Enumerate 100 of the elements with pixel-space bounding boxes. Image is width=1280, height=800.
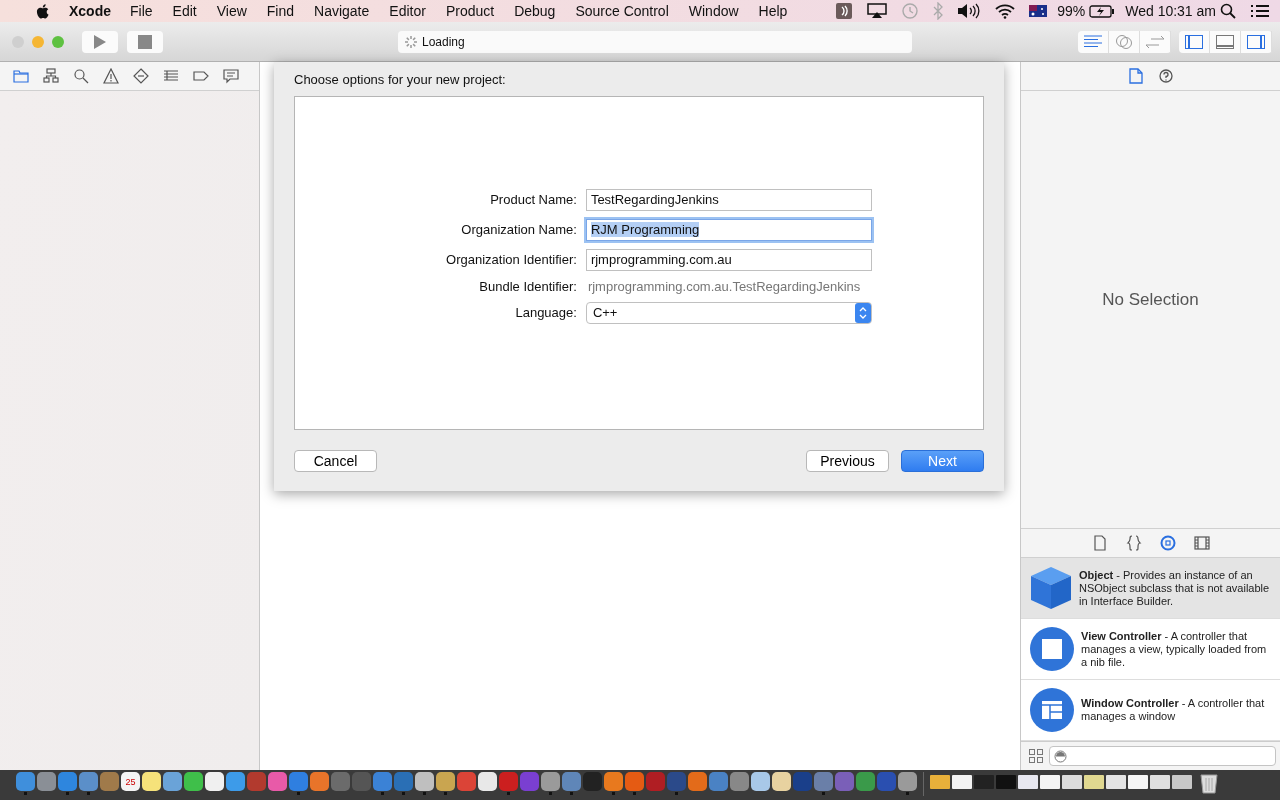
flag-icon[interactable] <box>1029 5 1048 17</box>
field-label: Product Name: <box>489 192 577 207</box>
dialog-button[interactable]: Previous <box>806 450 889 472</box>
object-icon <box>1159 535 1176 551</box>
trash-icon[interactable] <box>1200 772 1218 794</box>
language-popup[interactable]: C++ <box>585 301 872 324</box>
stop-icon <box>138 34 152 49</box>
apple-icon[interactable] <box>36 3 49 19</box>
no-selection-text: No Selection <box>1102 289 1199 310</box>
folder-icon <box>13 68 29 84</box>
spinner-icon <box>404 34 418 49</box>
run-button[interactable] <box>82 30 118 53</box>
app-menu[interactable]: Xcode <box>69 3 111 19</box>
right-panel-icon <box>1247 34 1265 49</box>
text-field[interactable]: TestRegardingJenkins <box>585 188 872 211</box>
text-field[interactable]: rjmprogramming.com.au <box>585 248 872 271</box>
menu-item[interactable]: Product <box>445 3 495 19</box>
menu-item[interactable]: View <box>216 3 247 19</box>
window-thumbnail[interactable] <box>974 775 994 789</box>
search-icon <box>73 68 89 84</box>
circles-icon <box>1114 33 1134 50</box>
battery-icon[interactable] <box>1089 4 1116 18</box>
field-label: Bundle Identifier: <box>478 278 577 294</box>
app-icon[interactable] <box>478 772 497 791</box>
window-thumbnail[interactable] <box>1040 775 1060 789</box>
window-thumbnail[interactable] <box>1084 775 1104 789</box>
file-icon <box>1128 68 1143 84</box>
library-item-description: View Controller - A controller that manages a view, typically loaded from a nib file. <box>1081 629 1268 669</box>
app-icon[interactable] <box>184 772 203 791</box>
app-icon[interactable] <box>163 772 182 791</box>
app-icon[interactable]: 25 <box>121 772 140 791</box>
menu-item[interactable]: Editor <box>389 3 426 19</box>
comment-icon <box>223 68 239 84</box>
bundle-identifier: rjmprogramming.com.au.TestRegardingJenkins <box>586 278 862 294</box>
app-icon[interactable] <box>142 772 161 791</box>
library-item[interactable]: Object - Provides an instance of an NSObject subclass that is not available in Interface Builder. <box>1021 558 1280 619</box>
app-icon[interactable] <box>772 772 791 791</box>
airplay-icon[interactable] <box>867 3 888 19</box>
menu-item[interactable]: Navigate <box>314 3 370 19</box>
lines-icon <box>1083 34 1103 49</box>
dialog-button[interactable]: Cancel <box>294 450 377 472</box>
menu-item[interactable]: Edit <box>172 3 197 19</box>
filter-icon <box>1054 749 1067 763</box>
field-label: Organization Identifier: <box>446 252 577 267</box>
time-machine-icon[interactable] <box>901 2 920 20</box>
warning-icon <box>103 68 119 84</box>
window-icon <box>1030 688 1074 732</box>
sound-app-icon[interactable] <box>835 2 854 20</box>
braces-icon <box>1125 535 1142 551</box>
window-thumbnail[interactable] <box>1128 775 1148 789</box>
zoom-button[interactable] <box>52 35 64 48</box>
app-icon[interactable] <box>436 772 455 791</box>
sheet-title: Choose options for your new project: <box>294 72 507 87</box>
filter-field[interactable] <box>1049 746 1276 766</box>
window-thumbnail[interactable] <box>1018 775 1038 789</box>
window-thumbnail[interactable] <box>930 775 950 789</box>
file-icon <box>1091 535 1108 551</box>
menu-item[interactable]: Source Control <box>575 3 669 19</box>
menu-item[interactable]: File <box>130 3 153 19</box>
menu-clock[interactable]: Wed 10:31 am <box>1125 3 1216 19</box>
left-panel-icon <box>1185 34 1203 49</box>
cube-icon <box>1030 566 1072 610</box>
library-item-description: Window Controller - A controller that manages a window <box>1081 697 1266 723</box>
bluetooth-icon[interactable] <box>933 2 944 20</box>
text-field[interactable]: RJM Programming <box>585 218 872 241</box>
app-icon[interactable] <box>541 772 560 791</box>
help-icon <box>1158 68 1173 84</box>
menu-item[interactable]: Window <box>688 3 739 19</box>
window-thumbnail[interactable] <box>1150 775 1170 789</box>
wifi-icon[interactable] <box>995 3 1016 19</box>
library-item[interactable]: View Controller - A controller that manages a view, typically loaded from a nib file. <box>1021 619 1280 680</box>
play-icon <box>93 33 107 50</box>
app-icon[interactable] <box>898 772 917 791</box>
list-icon[interactable] <box>1250 4 1270 18</box>
hierarchy-icon <box>43 68 59 84</box>
stop-button[interactable] <box>127 30 163 53</box>
field-label: Language: <box>514 305 577 320</box>
window-thumbnail[interactable] <box>1172 775 1192 789</box>
list-icon <box>163 68 179 84</box>
library-item[interactable]: Window Controller - A controller that manages a window <box>1021 680 1280 741</box>
field-label: Organization Name: <box>460 222 577 237</box>
library-item-description: Object - Provides an instance of an NSObject subclass that is not available in Interface Builder. <box>1079 568 1271 608</box>
app-icon[interactable] <box>415 772 434 791</box>
media-icon <box>1193 535 1210 551</box>
diamond-icon <box>133 68 149 84</box>
menu-item[interactable]: Find <box>266 3 295 19</box>
arrows-icon <box>1145 34 1165 49</box>
app-icon[interactable] <box>751 772 770 791</box>
menu-item[interactable]: Help <box>758 3 788 19</box>
battery-percent: 99% <box>1057 3 1086 19</box>
search-icon[interactable] <box>1220 3 1236 19</box>
window-thumbnail[interactable] <box>1062 775 1082 789</box>
window-thumbnail[interactable] <box>996 775 1016 789</box>
activity-text: Loading <box>422 34 465 49</box>
menu-item[interactable]: Debug <box>514 3 556 19</box>
window-thumbnail[interactable] <box>952 775 972 789</box>
volume-icon[interactable] <box>957 3 982 19</box>
grid-icon[interactable] <box>1029 749 1043 763</box>
app-icon[interactable] <box>205 772 224 791</box>
window-thumbnail[interactable] <box>1106 775 1126 789</box>
